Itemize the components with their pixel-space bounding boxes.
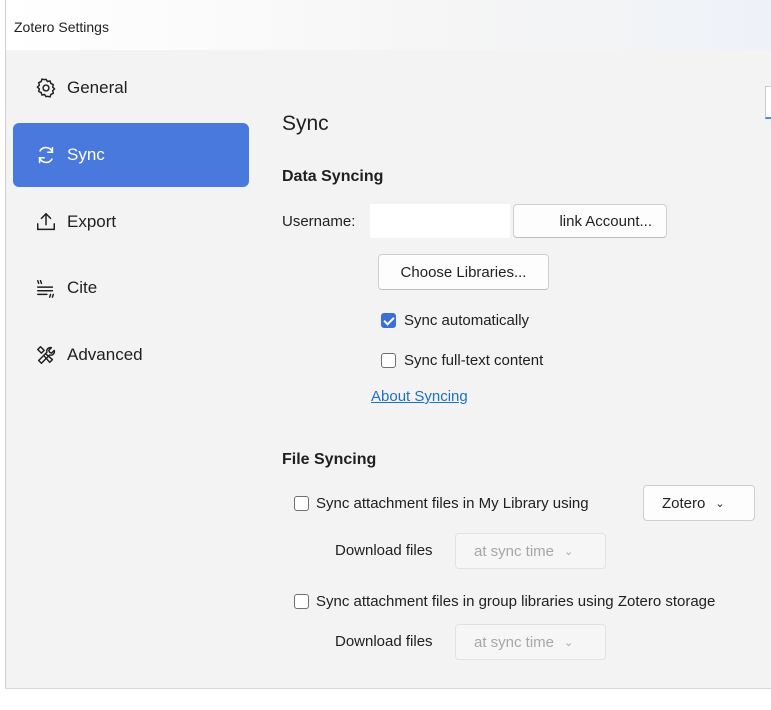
download-files-select[interactable]: at sync time ⌄ bbox=[455, 624, 606, 660]
settings-window: Zotero Settings General Sync Export Cite… bbox=[5, 0, 771, 709]
chevron-down-icon: ⌄ bbox=[564, 636, 574, 649]
sidebar-item-sync[interactable]: Sync bbox=[13, 123, 249, 187]
my-library-sync-checkbox[interactable] bbox=[294, 496, 309, 511]
download-files-label: Download files bbox=[335, 542, 433, 559]
page-title: Sync bbox=[282, 112, 329, 135]
choose-libraries-button[interactable]: Choose Libraries... bbox=[378, 254, 549, 290]
username-label: Username: bbox=[282, 213, 356, 230]
window-title: Zotero Settings bbox=[14, 19, 109, 35]
my-library-sync-label: Sync attachment files in My Library usin… bbox=[316, 495, 589, 512]
link-account-button[interactable]: link Account... bbox=[513, 204, 667, 238]
sidebar-item-label: Export bbox=[67, 212, 117, 231]
download-select-value: at sync time bbox=[474, 542, 555, 560]
cite-icon bbox=[35, 277, 57, 299]
storage-select[interactable]: Zotero ⌄ bbox=[643, 485, 755, 521]
sync-automatically-label: Sync automatically bbox=[404, 312, 530, 329]
sidebar-item-advanced[interactable]: Advanced bbox=[13, 323, 249, 387]
about-syncing-link[interactable]: About Syncing bbox=[371, 388, 468, 405]
window-bottom-edge bbox=[5, 688, 771, 710]
sidebar-item-label: Advanced bbox=[67, 345, 143, 364]
chevron-down-icon: ⌄ bbox=[715, 497, 725, 510]
sync-icon bbox=[35, 144, 57, 166]
data-syncing-heading: Data Syncing bbox=[282, 168, 384, 185]
sync-fulltext-checkbox[interactable] bbox=[381, 353, 396, 368]
sidebar-item-label: General bbox=[67, 78, 128, 97]
tools-icon bbox=[35, 344, 57, 366]
sync-automatically-checkbox[interactable] bbox=[381, 313, 396, 328]
chevron-down-icon: ⌄ bbox=[564, 545, 574, 558]
download-files-select[interactable]: at sync time ⌄ bbox=[455, 533, 606, 569]
link-account-label: link Account... bbox=[559, 212, 652, 230]
group-library-sync-label: Sync attachment files in group libraries… bbox=[316, 593, 716, 610]
title-bar: Zotero Settings bbox=[6, 0, 771, 50]
download-select-value: at sync time bbox=[474, 633, 555, 651]
sidebar-item-general[interactable]: General bbox=[13, 56, 249, 120]
export-icon bbox=[35, 211, 57, 233]
sidebar-item-label: Cite bbox=[67, 278, 98, 297]
storage-select-value: Zotero bbox=[662, 494, 706, 512]
sidebar-item-cite[interactable]: Cite bbox=[13, 256, 249, 320]
gear-icon bbox=[35, 77, 57, 99]
username-field[interactable] bbox=[370, 204, 510, 238]
file-syncing-heading: File Syncing bbox=[282, 451, 377, 468]
download-files-label: Download files bbox=[335, 633, 433, 650]
group-library-sync-checkbox[interactable] bbox=[294, 594, 309, 609]
sidebar-item-label: Sync bbox=[67, 145, 105, 164]
sidebar: General Sync Export Cite Advanced bbox=[6, 50, 256, 690]
settings-pane: Sync Data Syncing Username: link Account… bbox=[256, 50, 771, 690]
sync-fulltext-label: Sync full-text content bbox=[404, 352, 544, 369]
sidebar-item-export[interactable]: Export bbox=[13, 190, 249, 254]
